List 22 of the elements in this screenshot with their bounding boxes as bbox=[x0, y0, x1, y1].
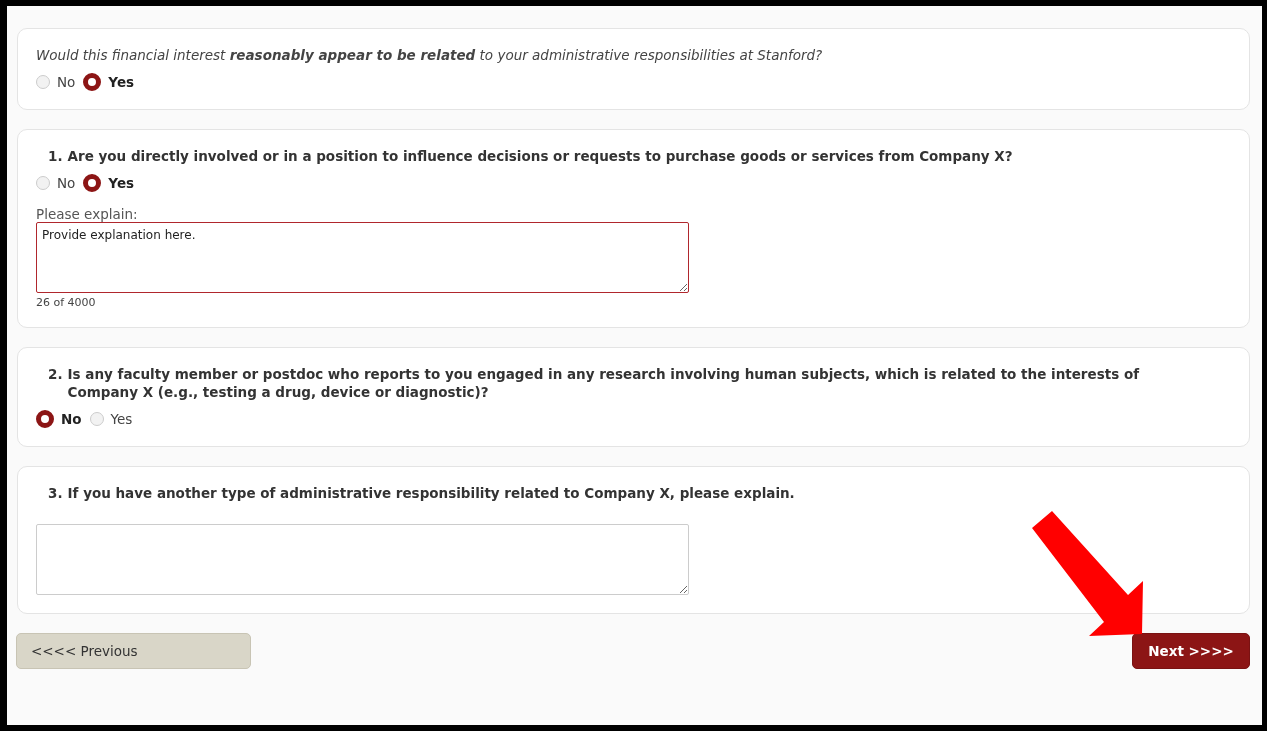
radio-button[interactable] bbox=[36, 410, 54, 428]
question-number: 1. bbox=[48, 147, 63, 165]
radio-label[interactable]: No bbox=[57, 74, 76, 90]
question-text: Is any faculty member or postdoc who reports to you engaged in any research involving human subjects, which is related to the interests of Company X (e.g., testing a drug, device or diagnostic)? bbox=[67, 365, 1141, 401]
question-text: Are you directly involved or in a position to influence decisions or requests to purchase goods or services from Company X? bbox=[67, 147, 1014, 165]
next-button[interactable]: Next >>>> bbox=[1132, 633, 1250, 669]
question-number: 2. bbox=[48, 365, 63, 384]
radio-label[interactable]: Yes bbox=[108, 74, 135, 90]
radio-button[interactable] bbox=[83, 174, 102, 192]
radio-label[interactable]: No bbox=[57, 175, 76, 191]
answer-field[interactable] bbox=[36, 524, 689, 595]
explanation-field[interactable]: Provide explanation here. bbox=[36, 222, 689, 293]
question-number: 3. bbox=[48, 484, 63, 502]
radio-button[interactable] bbox=[83, 73, 102, 91]
radio-label[interactable]: No bbox=[61, 411, 82, 427]
question-text: Would this financial interest reasonably appear to be related to your administrative responsibilities at Stanford? bbox=[36, 46, 824, 64]
radio-label[interactable]: Yes bbox=[108, 175, 135, 191]
question-text: If you have another type of administrative responsibility related to Company X, please explain. bbox=[67, 484, 796, 502]
previous-button[interactable]: <<<< Previous bbox=[16, 633, 251, 669]
field-label: Please explain: bbox=[36, 206, 139, 222]
radio-label[interactable]: Yes bbox=[110, 411, 133, 427]
character-counter: 26 of 4000 bbox=[36, 296, 97, 309]
